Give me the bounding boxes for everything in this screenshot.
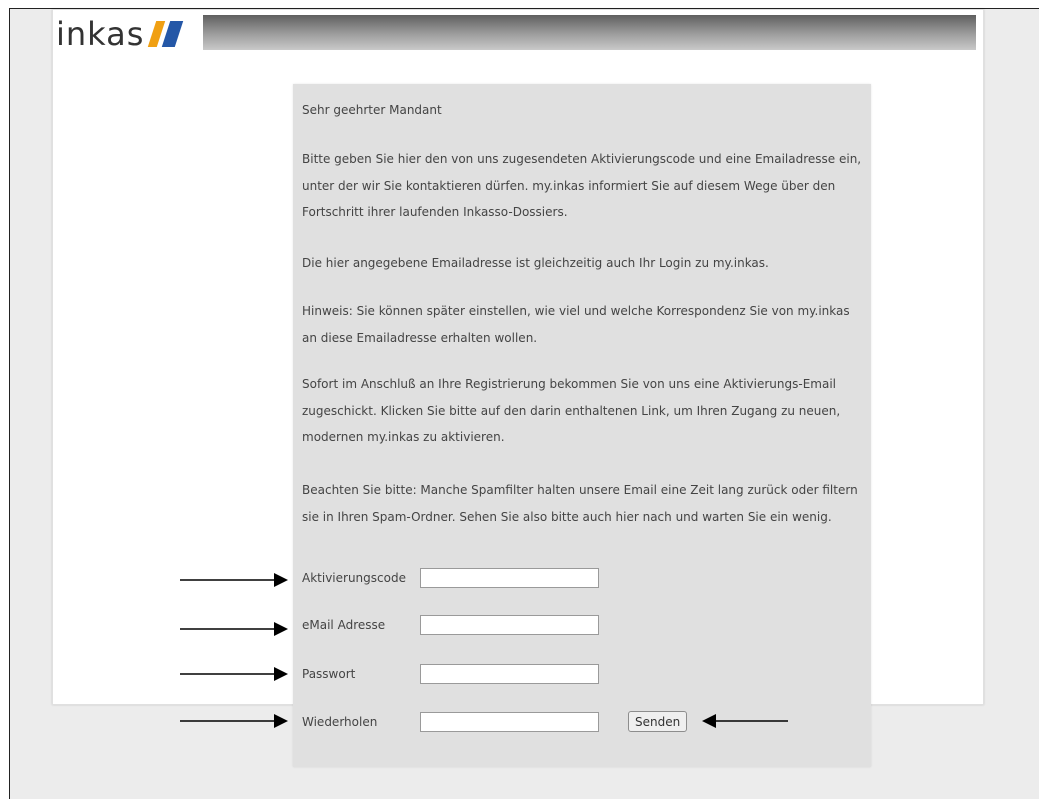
activation-row: Aktivierungscode <box>302 566 599 590</box>
arrow-right-icon <box>180 622 288 636</box>
inkas-logo: inkas <box>56 14 184 54</box>
logo-text: inkas <box>56 15 145 53</box>
email-input[interactable] <box>420 615 599 635</box>
password-input[interactable] <box>420 664 599 684</box>
intro-paragraph-3: Hinweis: Sie können später einstellen, w… <box>302 304 850 345</box>
activation-code-input[interactable] <box>420 568 599 588</box>
greeting: Sehr geehrter Mandant <box>302 103 442 117</box>
password-label: Passwort <box>302 667 356 681</box>
intro-paragraph-5: Beachten Sie bitte: Manche Spamfilter ha… <box>302 483 858 524</box>
email-label: eMail Adresse <box>302 618 386 632</box>
activation-label: Aktivierungscode <box>302 571 406 585</box>
header-bar <box>203 15 976 50</box>
arrow-right-icon <box>180 667 288 681</box>
repeat-password-input[interactable] <box>420 712 599 732</box>
repeat-label: Wiederholen <box>302 715 378 729</box>
send-button[interactable]: Senden <box>628 711 688 732</box>
intro-paragraph-2: Die hier angegebene Emailadresse ist gle… <box>302 256 769 270</box>
email-row: eMail Adresse <box>302 613 599 637</box>
arrow-left-icon <box>702 714 788 728</box>
logo-slash-icon <box>148 21 184 47</box>
password-row: Passwort <box>302 662 599 686</box>
intro-paragraph-4: Sofort im Anschluß an Ihre Registrierung… <box>302 377 841 444</box>
repeat-password-row: Wiederholen <box>302 710 599 734</box>
intro-paragraph-1: Bitte geben Sie hier den von uns zugesen… <box>302 152 862 219</box>
arrow-right-icon <box>180 573 288 587</box>
arrow-right-icon <box>180 714 288 728</box>
